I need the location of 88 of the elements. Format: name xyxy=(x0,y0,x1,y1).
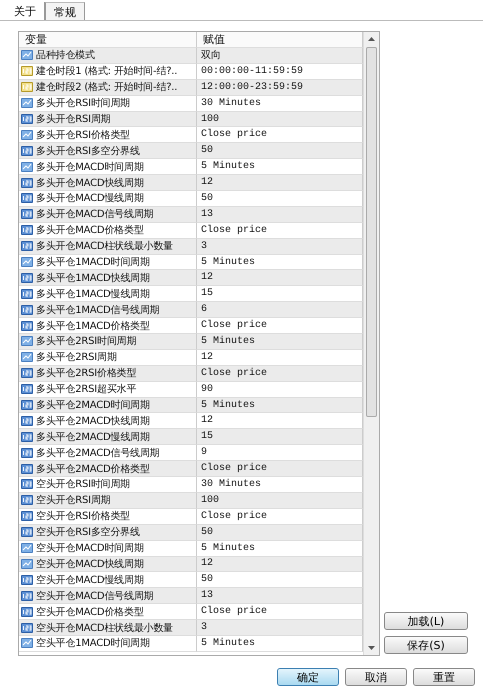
ok-button[interactable]: 确定 xyxy=(277,668,339,686)
parameter-value[interactable]: Close price xyxy=(201,510,268,522)
text-type-icon xyxy=(21,82,33,92)
parameter-name: 多头开仓MACD时间周期 xyxy=(36,160,144,174)
parameter-name: 多头平仓1MACD快线周期 xyxy=(36,272,150,285)
parameter-value[interactable]: 50 xyxy=(201,145,214,156)
parameter-name: 空头开仓RSI时间周期 xyxy=(36,478,130,492)
parameter-name: 空头开仓MACD慢线周期 xyxy=(36,574,144,587)
parameter-value[interactable]: 30 Minutes xyxy=(201,98,262,109)
parameter-value[interactable]: 12 xyxy=(201,272,214,284)
parameter-name: 建仓时段2 (格式: 开始时间-结?.. xyxy=(36,80,178,94)
parameter-name: 空头开仓RSI多空分界线 xyxy=(36,526,140,540)
parameter-value[interactable]: 12 xyxy=(201,177,214,188)
parameter-value[interactable]: 12 xyxy=(201,558,214,570)
parameter-name: 空头开仓RSI周期 xyxy=(36,494,110,508)
parameter-name: 多头平仓2RSI价格类型 xyxy=(36,366,136,380)
parameter-name: 空头开仓MACD价格类型 xyxy=(36,606,144,619)
parameter-name: 多头平仓1MACD信号线周期 xyxy=(36,304,160,317)
parameter-value[interactable]: 15 xyxy=(201,288,214,300)
tab[interactable]: 常规 xyxy=(45,2,85,20)
parameter-value[interactable]: 5 Minutes xyxy=(201,336,256,347)
parameter-value[interactable]: Close price xyxy=(201,463,268,474)
parameter-name: 多头开仓MACD慢线周期 xyxy=(36,192,144,206)
parameter-value[interactable]: 12 xyxy=(201,415,214,426)
load-button[interactable]: 加载(L) xyxy=(384,612,468,630)
parameter-value[interactable]: Close price xyxy=(201,368,268,379)
parameter-name: 多头平仓2RSI周期 xyxy=(36,350,117,364)
parameter-value[interactable]: Close price xyxy=(201,320,268,332)
parameter-value[interactable]: 双向 xyxy=(201,48,221,62)
parameter-name: 空头开仓MACD快线周期 xyxy=(36,558,144,571)
reset-button[interactable]: 重置 xyxy=(413,668,475,686)
parameter-value[interactable]: 12:00:00-23:59:59 xyxy=(201,82,304,93)
parameter-name: 品种持仓模式 xyxy=(36,48,95,62)
parameter-name: 空头平仓1MACD时间周期 xyxy=(36,636,150,650)
parameter-name: 多头平仓1MACD时间周期 xyxy=(36,256,150,270)
parameter-name: 空头开仓MACD信号线周期 xyxy=(36,590,154,603)
parameter-value[interactable]: 5 Minutes xyxy=(201,638,256,649)
parameter-value[interactable]: 13 xyxy=(201,208,214,220)
parameter-value[interactable]: 5 Minutes xyxy=(201,400,256,411)
parameter-value[interactable]: Close price xyxy=(201,606,268,618)
parameter-name: 建仓时段1 (格式: 开始时间-结?.. xyxy=(36,64,178,78)
parameter-value[interactable]: 100 xyxy=(201,494,220,506)
parameter-value[interactable]: 30 Minutes xyxy=(201,478,262,490)
parameter-name: 空头开仓RSI价格类型 xyxy=(36,510,130,524)
parameter-value[interactable]: Close price xyxy=(201,224,268,236)
parameter-name: 多头开仓RSI时间周期 xyxy=(36,96,130,110)
parameter-name: 空头开仓MACD时间周期 xyxy=(36,542,144,556)
parameter-name: 多头开仓MACD快线周期 xyxy=(36,176,144,190)
parameter-value[interactable]: 12 xyxy=(201,352,214,363)
parameter-name: 多头平仓2MACD时间周期 xyxy=(36,398,150,412)
parameter-name: 多头平仓2MACD信号线周期 xyxy=(36,446,160,460)
parameter-value[interactable]: 3 xyxy=(201,240,208,252)
parameter-value[interactable]: 3 xyxy=(201,622,208,633)
parameter-name: 多头平仓2MACD快线周期 xyxy=(36,414,150,428)
cancel-button[interactable]: 取消 xyxy=(345,668,407,686)
text-type-icon xyxy=(21,66,33,76)
parameter-value[interactable]: 90 xyxy=(201,384,214,395)
parameter-name: 多头开仓RSI价格类型 xyxy=(36,128,130,142)
parameter-value[interactable]: Close price xyxy=(201,129,268,140)
parameter-name: 多头平仓1MACD价格类型 xyxy=(36,320,150,333)
parameter-value[interactable]: 13 xyxy=(201,590,214,602)
parameter-name: 多头开仓RSI多空分界线 xyxy=(36,144,140,158)
save-button[interactable]: 保存(S) xyxy=(384,636,468,654)
parameter-name: 多头开仓MACD信号线周期 xyxy=(36,208,154,222)
parameter-name: 多头平仓2RSI时间周期 xyxy=(36,334,136,348)
parameter-name: 多头平仓2MACD慢线周期 xyxy=(36,430,150,444)
parameter-value[interactable]: 100 xyxy=(201,114,220,124)
scroll-up-icon[interactable] xyxy=(367,35,376,44)
parameter-value[interactable]: 50 xyxy=(201,192,214,204)
parameter-name: 多头开仓MACD柱状线最小数量 xyxy=(36,240,173,254)
parameter-value[interactable]: 6 xyxy=(201,304,208,316)
parameter-value[interactable]: 5 Minutes xyxy=(201,256,256,268)
scroll-down-icon[interactable] xyxy=(367,643,376,652)
parameter-name: 空头开仓MACD柱状线最小数量 xyxy=(36,622,173,634)
parameter-value[interactable]: 5 Minutes xyxy=(201,161,256,172)
parameter-value[interactable]: 50 xyxy=(201,574,214,586)
parameter-value[interactable]: 15 xyxy=(201,431,214,442)
scroll-thumb[interactable] xyxy=(366,47,377,417)
scroll-bar[interactable] xyxy=(363,32,379,655)
parameter-name: 多头平仓1MACD慢线周期 xyxy=(36,288,150,301)
parameter-name: 多头平仓2RSI超买水平 xyxy=(36,382,136,396)
parameter-name: 多头平仓2MACD价格类型 xyxy=(36,462,150,476)
parameter-value[interactable]: 50 xyxy=(201,526,214,538)
parameter-name: 多头开仓RSI周期 xyxy=(36,112,110,126)
parameter-value[interactable]: 00:00:00-11:59:59 xyxy=(201,66,304,77)
parameter-name: 多头开仓MACD价格类型 xyxy=(36,224,144,238)
parameter-value[interactable]: 5 Minutes xyxy=(201,542,256,554)
parameter-value[interactable]: 9 xyxy=(201,447,208,458)
